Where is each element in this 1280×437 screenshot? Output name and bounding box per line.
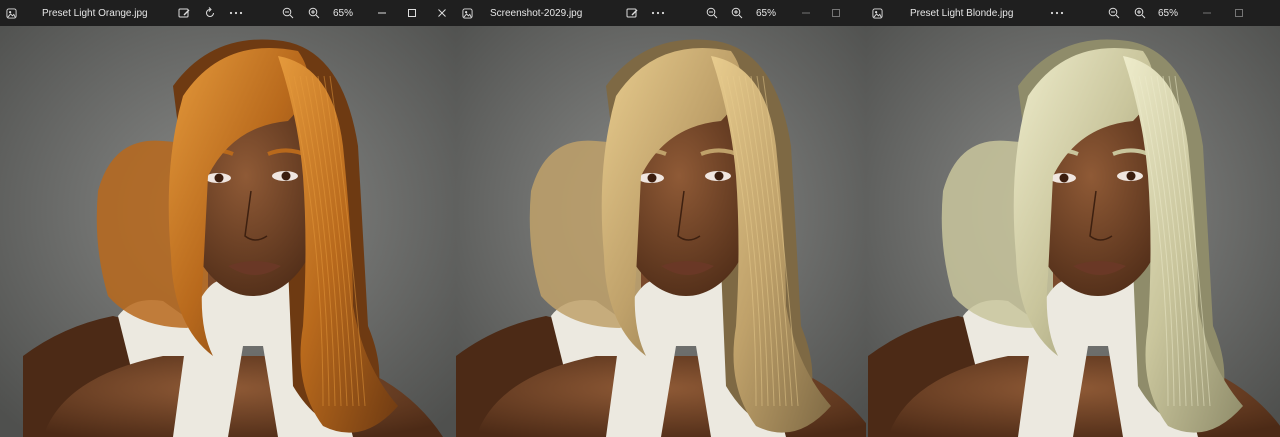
minimize-button[interactable] bbox=[791, 0, 821, 26]
edit-button[interactable] bbox=[621, 0, 643, 26]
zoom-out-button[interactable] bbox=[701, 0, 723, 26]
image-canvas[interactable] bbox=[0, 26, 456, 437]
left-iris bbox=[647, 173, 657, 183]
right-iris bbox=[281, 171, 291, 181]
minimize-button[interactable] bbox=[1192, 0, 1222, 26]
zoom-in-button[interactable] bbox=[726, 0, 748, 26]
window-title: Preset Light Orange.jpg bbox=[42, 7, 148, 19]
photo-viewer-window-3: Preset Light Blonde.jpg 65% bbox=[866, 0, 1280, 437]
edit-icon bbox=[178, 8, 190, 18]
more-button[interactable] bbox=[225, 0, 247, 26]
portrait-image bbox=[866, 26, 1280, 437]
left-iris bbox=[1059, 173, 1069, 183]
more-icon bbox=[229, 11, 243, 15]
zoom-out-button[interactable] bbox=[277, 0, 299, 26]
minimize-icon bbox=[802, 12, 810, 14]
photo-app-icon bbox=[456, 0, 478, 26]
maximize-button[interactable] bbox=[397, 0, 427, 26]
zoom-in-button[interactable] bbox=[303, 0, 325, 26]
zoom-level[interactable]: 65% bbox=[329, 0, 357, 26]
zoom-out-icon bbox=[282, 7, 294, 19]
close-icon bbox=[438, 9, 446, 17]
photo-viewer-window-1: Preset Light Orange.jpg 65% bbox=[0, 0, 456, 437]
more-icon bbox=[1050, 11, 1064, 15]
portrait-image bbox=[456, 26, 866, 437]
zoom-level[interactable]: 65% bbox=[752, 0, 780, 26]
photo-app-icon bbox=[866, 0, 888, 26]
title-bar: Screenshot-2029.jpg 65% bbox=[456, 0, 866, 26]
title-bar: Preset Light Blonde.jpg 65% bbox=[866, 0, 1280, 26]
edit-button[interactable] bbox=[173, 0, 195, 26]
maximize-button[interactable] bbox=[821, 0, 851, 26]
photo-app-icon bbox=[0, 0, 22, 26]
zoom-in-icon bbox=[731, 7, 743, 19]
zoom-level[interactable]: 65% bbox=[1154, 0, 1182, 26]
window-title: Screenshot-2029.jpg bbox=[490, 7, 583, 19]
rotate-button[interactable] bbox=[199, 0, 221, 26]
minimize-icon bbox=[378, 12, 386, 14]
zoom-out-icon bbox=[1108, 7, 1120, 19]
more-button[interactable] bbox=[647, 0, 669, 26]
zoom-in-button[interactable] bbox=[1129, 0, 1151, 26]
minimize-button[interactable] bbox=[367, 0, 397, 26]
zoom-out-icon bbox=[706, 7, 718, 19]
left-iris bbox=[214, 173, 224, 183]
maximize-icon bbox=[408, 9, 416, 17]
window-title: Preset Light Blonde.jpg bbox=[910, 7, 1014, 19]
maximize-button[interactable] bbox=[1224, 0, 1254, 26]
more-button[interactable] bbox=[1046, 0, 1068, 26]
edit-icon bbox=[626, 8, 638, 18]
image-canvas[interactable] bbox=[866, 26, 1280, 437]
image-canvas[interactable] bbox=[456, 26, 866, 437]
rotate-icon bbox=[206, 7, 214, 17]
right-iris bbox=[1126, 171, 1136, 181]
right-iris bbox=[714, 171, 724, 181]
zoom-out-button[interactable] bbox=[1103, 0, 1125, 26]
close-button[interactable] bbox=[427, 0, 456, 26]
zoom-in-icon bbox=[1134, 7, 1146, 19]
title-bar: Preset Light Orange.jpg 65% bbox=[0, 0, 456, 26]
photo-viewer-window-2: Screenshot-2029.jpg 65% bbox=[456, 0, 866, 437]
maximize-icon bbox=[832, 9, 840, 17]
more-icon bbox=[651, 11, 665, 15]
zoom-in-icon bbox=[308, 7, 320, 19]
minimize-icon bbox=[1203, 12, 1211, 14]
maximize-icon bbox=[1235, 9, 1243, 17]
portrait-image bbox=[0, 26, 456, 437]
